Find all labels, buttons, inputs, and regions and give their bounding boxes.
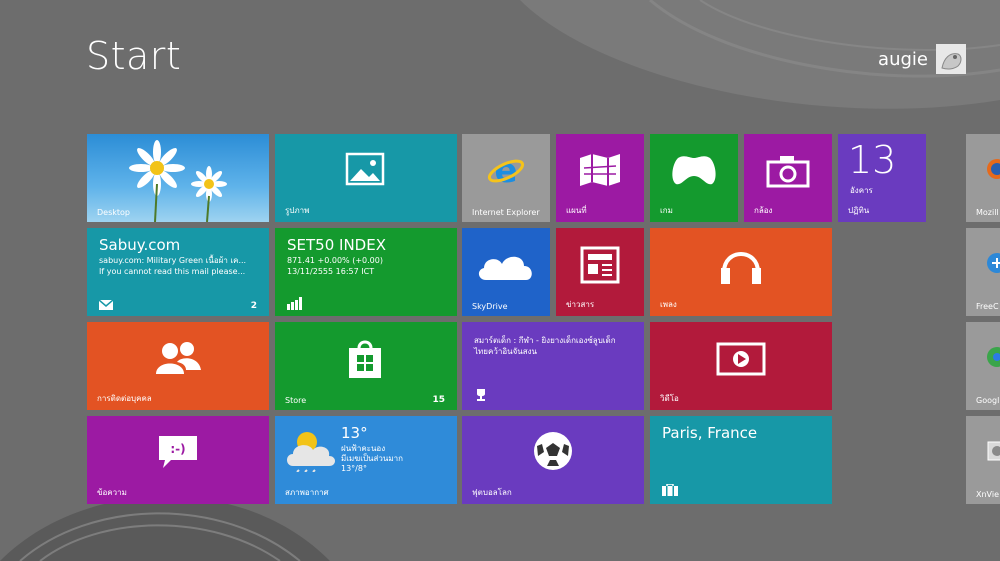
tile-label: FreeC <box>976 302 999 311</box>
tile-label: รูปภาพ <box>285 206 310 215</box>
mail-sender: Sabuy.com <box>99 236 181 254</box>
tile-sports[interactable]: สมาร์ตเด็ก : กีฬา - ยิงยางเด็กเองซ์ลูบเด… <box>462 322 644 410</box>
tile-label: ข่าวสาร <box>566 300 595 309</box>
maps-icon <box>578 152 622 188</box>
tile-music[interactable]: เพลง <box>650 228 832 316</box>
tile-label: ข้อความ <box>97 488 127 497</box>
finance-chart-icon <box>287 296 303 310</box>
tile-label: Desktop <box>97 208 130 217</box>
tile-xnview[interactable]: XnVie <box>966 416 1000 504</box>
weather-temperature: 13° <box>341 424 368 442</box>
headphones-icon <box>718 242 764 288</box>
avatar-image-icon <box>936 44 966 74</box>
tile-weather[interactable]: 13° ฝนฟ้าคะนอง มีเมฆเป็นส่วนมาก 13°/8° ส… <box>275 416 457 504</box>
tile-desktop[interactable]: Desktop <box>87 134 269 222</box>
photos-icon <box>345 152 385 188</box>
weather-cloud-sun-icon <box>285 426 337 472</box>
tile-freecommander[interactable]: FreeC <box>966 228 1000 316</box>
tile-label: Store <box>285 396 307 405</box>
tile-google-chrome[interactable]: Googl <box>966 322 1000 410</box>
tile-internet-explorer[interactable]: e Internet Explorer <box>462 134 550 222</box>
tile-label: Googl <box>976 396 1000 405</box>
video-icon <box>716 342 766 376</box>
tile-people[interactable]: การติดต่อบุคคล <box>87 322 269 410</box>
tile-label: สภาพอากาศ <box>285 488 329 497</box>
tile-label: ปฏิทิน <box>848 206 870 215</box>
chrome-icon <box>986 346 1000 368</box>
tile-news[interactable]: ข่าวสาร <box>556 228 644 316</box>
firefox-icon <box>986 158 1000 180</box>
tile-camera[interactable]: กล้อง <box>744 134 832 222</box>
mail-subject: sabuy.com: Military Green เนื้อผ้า เค... <box>99 256 247 265</box>
tile-label: เพลง <box>660 300 677 309</box>
suitcase-icon <box>662 484 678 496</box>
camera-icon <box>766 154 810 188</box>
sports-headline-2: ไทยคว้าอินจันสงน <box>474 347 538 356</box>
finance-timestamp: 13/11/2555 16:57 ICT <box>287 267 375 276</box>
avatar <box>936 44 966 74</box>
tile-label: การติดต่อบุคคล <box>97 394 152 403</box>
page-title: Start <box>86 34 182 78</box>
calendar-weekday: อังคาร <box>850 186 873 195</box>
weather-high-low: 13°/8° <box>341 464 367 473</box>
weather-condition: ฝนฟ้าคะนอง <box>341 444 386 453</box>
tile-soccer[interactable]: ฟุตบอลโลก <box>462 416 644 504</box>
xnview-icon <box>986 440 1000 462</box>
mail-icon <box>99 300 113 310</box>
people-icon <box>153 340 203 376</box>
tile-games[interactable]: เกม <box>650 134 738 222</box>
tile-video[interactable]: วิดีโอ <box>650 322 832 410</box>
svg-text::-): :-) <box>170 442 185 456</box>
tile-label: XnVie <box>976 490 999 499</box>
soccer-ball-icon <box>532 430 574 472</box>
tile-travel[interactable]: Paris, France <box>650 416 832 504</box>
tile-maps[interactable]: แผนที่ <box>556 134 644 222</box>
store-bag-icon <box>345 338 385 380</box>
tile-photos[interactable]: รูปภาพ <box>275 134 457 222</box>
cloud-icon <box>476 248 536 282</box>
mail-preview: If you cannot read this mail please... <box>99 267 246 276</box>
tile-label: แผนที่ <box>566 206 587 215</box>
tile-mail[interactable]: Sabuy.com sabuy.com: Military Green เนื้… <box>87 228 269 316</box>
freecommander-icon <box>986 252 1000 274</box>
tile-label: วิดีโอ <box>660 394 679 403</box>
mail-unread-count: 2 <box>250 301 257 311</box>
messaging-icon: :-) <box>157 434 199 470</box>
tile-messaging[interactable]: :-) ข้อความ <box>87 416 269 504</box>
tile-store[interactable]: Store 15 <box>275 322 457 410</box>
finance-title: SET50 INDEX <box>287 236 386 254</box>
weather-detail: มีเมฆเป็นส่วนมาก <box>341 454 403 463</box>
internet-explorer-icon: e <box>486 150 526 190</box>
store-update-count: 15 <box>432 395 445 405</box>
sports-headline: สมาร์ตเด็ก : กีฬา - ยิงยางเด็กเองซ์ลูบเด… <box>474 336 616 345</box>
tile-skydrive[interactable]: SkyDrive <box>462 228 550 316</box>
tile-label: กล้อง <box>754 206 773 215</box>
tile-label: SkyDrive <box>472 302 508 311</box>
xbox-controller-icon <box>670 152 718 188</box>
tile-calendar[interactable]: 13 อังคาร ปฏิทิน <box>838 134 926 222</box>
user-account[interactable]: augie <box>878 44 966 74</box>
tile-label: เกม <box>660 206 673 215</box>
calendar-day: 13 <box>848 138 897 182</box>
svg-text:e: e <box>494 151 517 190</box>
newspaper-icon <box>580 246 620 284</box>
tile-label: Internet Explorer <box>472 208 540 217</box>
tile-label: Mozill <box>976 208 999 217</box>
travel-destination: Paris, France <box>662 424 758 442</box>
trophy-icon <box>474 388 488 402</box>
tile-label: ฟุตบอลโลก <box>472 488 512 497</box>
finance-value: 871.41 +0.00% (+0.00) <box>287 256 383 265</box>
tile-mozilla[interactable]: Mozill <box>966 134 1000 222</box>
user-name: augie <box>878 48 928 70</box>
tile-finance[interactable]: SET50 INDEX 871.41 +0.00% (+0.00) 13/11/… <box>275 228 457 316</box>
